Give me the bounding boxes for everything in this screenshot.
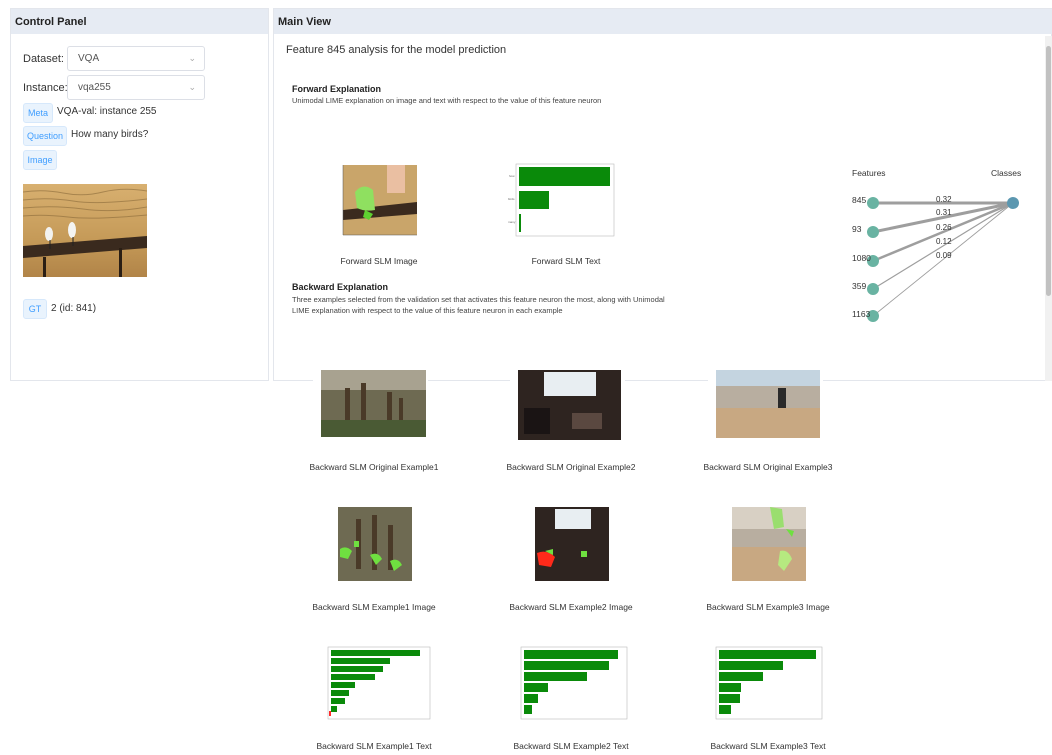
main-view-header: Main View [274,9,1052,34]
backward-original-example1 [313,358,428,443]
feature-node-label: 359 [852,281,867,291]
edge-weight: 0.09 [936,251,952,260]
feature-node-label: 93 [852,224,862,234]
gt-text: 2 (id: 841) [51,303,97,314]
dataset-label: Dataset: [23,53,64,65]
instance-select[interactable]: vqa255 ⌄ [67,75,205,100]
example2-image-caption: Backward SLM Example2 Image [509,602,633,612]
feature-node-label: 845 [852,195,867,205]
meta-tag: Meta [23,103,53,123]
example1-text-caption: Backward SLM Example1 Text [316,741,432,751]
instance-label: Instance: [23,82,68,94]
forward-text-caption: Forward SLM Text [531,256,601,266]
backward-example1-image [330,505,414,585]
edge-weight: 0.26 [936,223,952,232]
main-view-scrollbar[interactable] [1045,36,1052,381]
example3-text-caption: Backward SLM Example3 Text [710,741,826,751]
original-example1-caption: Backward SLM Original Example1 [309,462,439,472]
edge-weight: 0.12 [936,237,952,246]
forward-slm-text: how birds many [508,162,616,242]
backward-original-example2 [510,358,625,443]
instance-image [22,184,148,277]
feature-node-label: 1080 [852,253,871,263]
example2-text-caption: Backward SLM Example2 Text [513,741,629,751]
dataset-value: VQA [78,53,100,64]
svg-text:many: many [508,220,516,224]
backward-original-example3 [708,358,823,443]
backward-desc: Three examples selected from the validat… [292,295,665,304]
backward-desc: LIME explanation with respect to the val… [292,306,563,315]
control-panel: Control Panel Dataset: VQA ⌄ Instance: v… [10,8,269,381]
feature-node-label: 1163 [852,309,871,319]
example1-image-caption: Backward SLM Example1 Image [312,602,436,612]
forward-image-caption: Forward SLM Image [340,256,418,266]
classes-label: Classes [991,168,1022,178]
image-tag: Image [23,150,57,170]
backward-example1-text [314,645,432,725]
gt-tag: GT [23,299,47,319]
dataset-select[interactable]: VQA ⌄ [67,46,205,71]
original-example3-caption: Backward SLM Original Example3 [703,462,833,472]
edge-weight: 0.32 [936,195,952,204]
forward-desc: Unimodal LIME explanation on image and t… [292,96,602,105]
example3-image-caption: Backward SLM Example3 Image [706,602,830,612]
forward-title: Forward Explanation [292,84,382,94]
chevron-down-icon: ⌄ [188,53,196,63]
meta-text: VQA-val: instance 255 [57,106,157,117]
svg-text:birds: birds [508,197,515,201]
backward-example2-text [511,645,629,725]
backward-title: Backward Explanation [292,282,389,292]
backward-example3-image [724,505,808,585]
backward-example3-text [706,645,824,725]
instance-value: vqa255 [78,82,111,93]
features-label: Features [852,168,886,178]
edge-weight: 0.31 [936,208,952,217]
page-title: Feature 845 analysis for the model predi… [286,44,507,56]
question-text: How many birds? [71,129,149,140]
question-tag: Question [23,126,67,146]
svg-text:how: how [509,174,515,178]
backward-example2-image [527,505,611,585]
control-panel-header: Control Panel [11,9,268,34]
chevron-down-icon: ⌄ [188,82,196,92]
original-example2-caption: Backward SLM Original Example2 [506,462,636,472]
forward-slm-image [335,162,421,242]
